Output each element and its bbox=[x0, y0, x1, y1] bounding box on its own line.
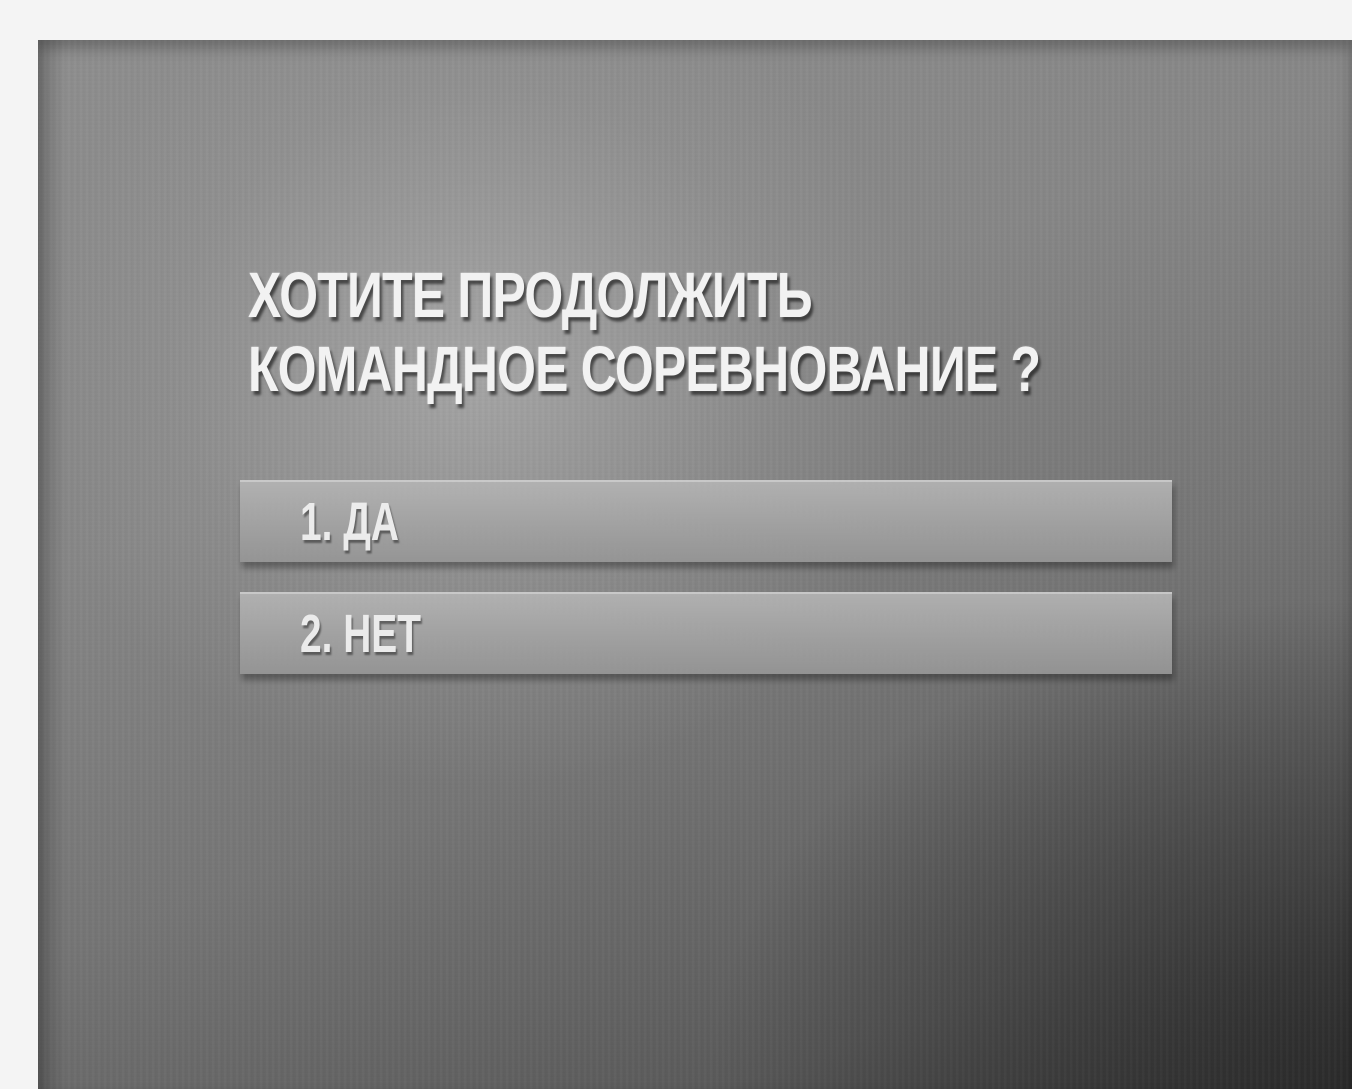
option-yes-button[interactable]: 1. ДА bbox=[240, 480, 1172, 562]
screen-edge-shadow bbox=[38, 40, 66, 1089]
prompt-line-2: КОМАНДНОЕ СОРЕВНОВАНИЕ ? bbox=[248, 333, 1041, 405]
option-no-button[interactable]: 2. НЕТ bbox=[240, 592, 1172, 674]
continue-prompt: ХОТИТЕ ПРОДОЛЖИТЬ КОМАНДНОЕ СОРЕВНОВАНИЕ… bbox=[248, 258, 1041, 406]
prompt-line-1: ХОТИТЕ ПРОДОЛЖИТЬ bbox=[248, 259, 813, 331]
game-screen: ХОТИТЕ ПРОДОЛЖИТЬ КОМАНДНОЕ СОРЕВНОВАНИЕ… bbox=[38, 40, 1352, 1089]
option-no-label: 2. НЕТ bbox=[300, 604, 421, 664]
option-yes-label: 1. ДА bbox=[300, 492, 400, 552]
